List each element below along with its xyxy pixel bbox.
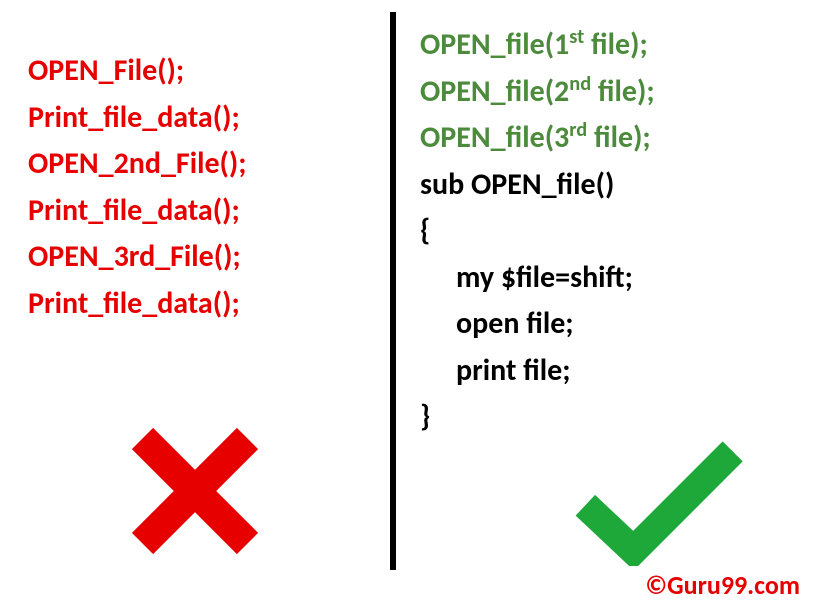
bad-code-line: Print_file_data(); <box>28 188 380 235</box>
good-call-line: OPEN_file(2nd file); <box>420 69 814 116</box>
bad-code-line: Print_file_data(); <box>28 95 380 142</box>
call-text: OPEN_file(2 <box>420 73 569 110</box>
call-text: OPEN_file(3 <box>420 119 569 156</box>
call-text: OPEN_file(1 <box>420 26 569 63</box>
good-call-line: OPEN_file(1st file); <box>420 22 814 69</box>
cross-icon <box>120 416 270 571</box>
bad-code-line: OPEN_File(); <box>28 48 380 95</box>
good-call-line: OPEN_file(3rd file); <box>420 115 814 162</box>
copyright-text: ©Guru99.com <box>645 569 800 601</box>
call-text: file); <box>591 73 655 110</box>
call-text: file); <box>587 119 651 156</box>
ordinal-superscript: rd <box>569 118 587 142</box>
sub-body-line: open file; <box>420 301 814 348</box>
bad-code-line: Print_file_data(); <box>28 281 380 328</box>
bad-approach-panel: OPEN_File(); Print_file_data(); OPEN_2nd… <box>0 0 390 611</box>
sub-body-line: print file; <box>420 348 814 395</box>
brace-open: { <box>420 208 814 255</box>
bad-code-line: OPEN_3rd_File(); <box>28 234 380 281</box>
ordinal-superscript: nd <box>569 72 591 96</box>
call-text: file); <box>584 26 648 63</box>
bad-code-line: OPEN_2nd_File(); <box>28 141 380 188</box>
brace-close: } <box>420 394 814 441</box>
check-icon <box>574 436 744 571</box>
sub-definition-line: sub OPEN_file() <box>420 162 814 209</box>
ordinal-superscript: st <box>569 25 584 49</box>
sub-body-line: my $file=shift; <box>420 255 814 302</box>
good-approach-panel: OPEN_file(1st file); OPEN_file(2nd file)… <box>390 0 824 611</box>
